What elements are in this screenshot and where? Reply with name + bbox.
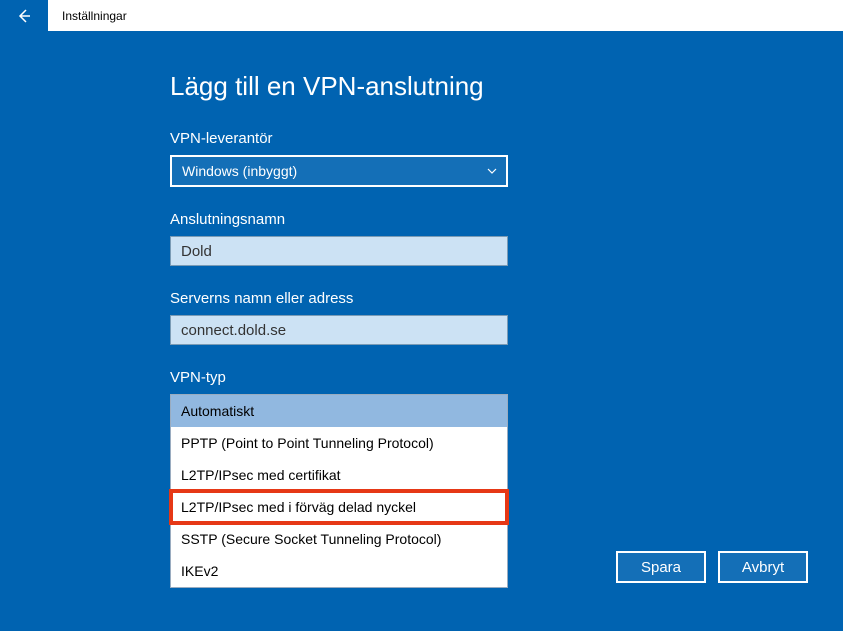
save-button[interactable]: Spara xyxy=(616,551,706,583)
field-connection-name: Anslutningsnamn Dold xyxy=(170,211,843,266)
server-input[interactable]: connect.dold.se xyxy=(170,315,508,345)
save-button-label: Spara xyxy=(641,559,681,576)
provider-dropdown[interactable]: Windows (inbyggt) xyxy=(170,155,508,187)
connection-name-label: Anslutningsnamn xyxy=(170,211,843,228)
connection-name-input[interactable]: Dold xyxy=(170,236,508,266)
titlebar: Inställningar xyxy=(0,0,843,31)
vpn-type-option-label: IKEv2 xyxy=(181,563,218,579)
vpn-type-option-sstp[interactable]: SSTP (Secure Socket Tunneling Protocol) xyxy=(171,523,507,555)
field-vpn-provider: VPN-leverantör Windows (inbyggt) xyxy=(170,130,843,187)
vpn-type-option-ikev2[interactable]: IKEv2 xyxy=(171,555,507,587)
back-button[interactable] xyxy=(0,0,48,31)
connection-name-value: Dold xyxy=(181,243,212,260)
vpn-type-dropdown-list: Automatiskt PPTP (Point to Point Tunneli… xyxy=(170,394,508,588)
server-value: connect.dold.se xyxy=(181,322,286,339)
vpn-type-option-l2tp-cert[interactable]: L2TP/IPsec med certifikat xyxy=(171,459,507,491)
vpn-type-option-label: PPTP (Point to Point Tunneling Protocol) xyxy=(181,435,434,451)
vpn-type-option-label: L2TP/IPsec med i förväg delad nyckel xyxy=(181,499,416,515)
cancel-button-label: Avbryt xyxy=(742,559,784,576)
provider-label: VPN-leverantör xyxy=(170,130,843,147)
vpn-type-option-label: Automatiskt xyxy=(181,403,254,419)
vpn-type-option-label: SSTP (Secure Socket Tunneling Protocol) xyxy=(181,531,441,547)
vpn-type-option-label: L2TP/IPsec med certifikat xyxy=(181,467,341,483)
chevron-down-icon xyxy=(486,165,498,177)
field-server: Serverns namn eller adress connect.dold.… xyxy=(170,290,843,345)
vpn-type-option-l2tp-psk[interactable]: L2TP/IPsec med i förväg delad nyckel xyxy=(171,491,507,523)
provider-dropdown-value: Windows (inbyggt) xyxy=(182,163,297,179)
titlebar-label: Inställningar xyxy=(62,9,127,23)
page-title: Lägg till en VPN-anslutning xyxy=(170,71,843,102)
cancel-button[interactable]: Avbryt xyxy=(718,551,808,583)
vpn-type-label: VPN-typ xyxy=(170,369,843,386)
vpn-type-option-automatiskt[interactable]: Automatiskt xyxy=(171,395,507,427)
content-area: Lägg till en VPN-anslutning VPN-leverant… xyxy=(0,31,843,588)
back-arrow-icon xyxy=(16,8,32,24)
footer-buttons: Spara Avbryt xyxy=(616,551,808,583)
vpn-type-option-pptp[interactable]: PPTP (Point to Point Tunneling Protocol) xyxy=(171,427,507,459)
server-label: Serverns namn eller adress xyxy=(170,290,843,307)
